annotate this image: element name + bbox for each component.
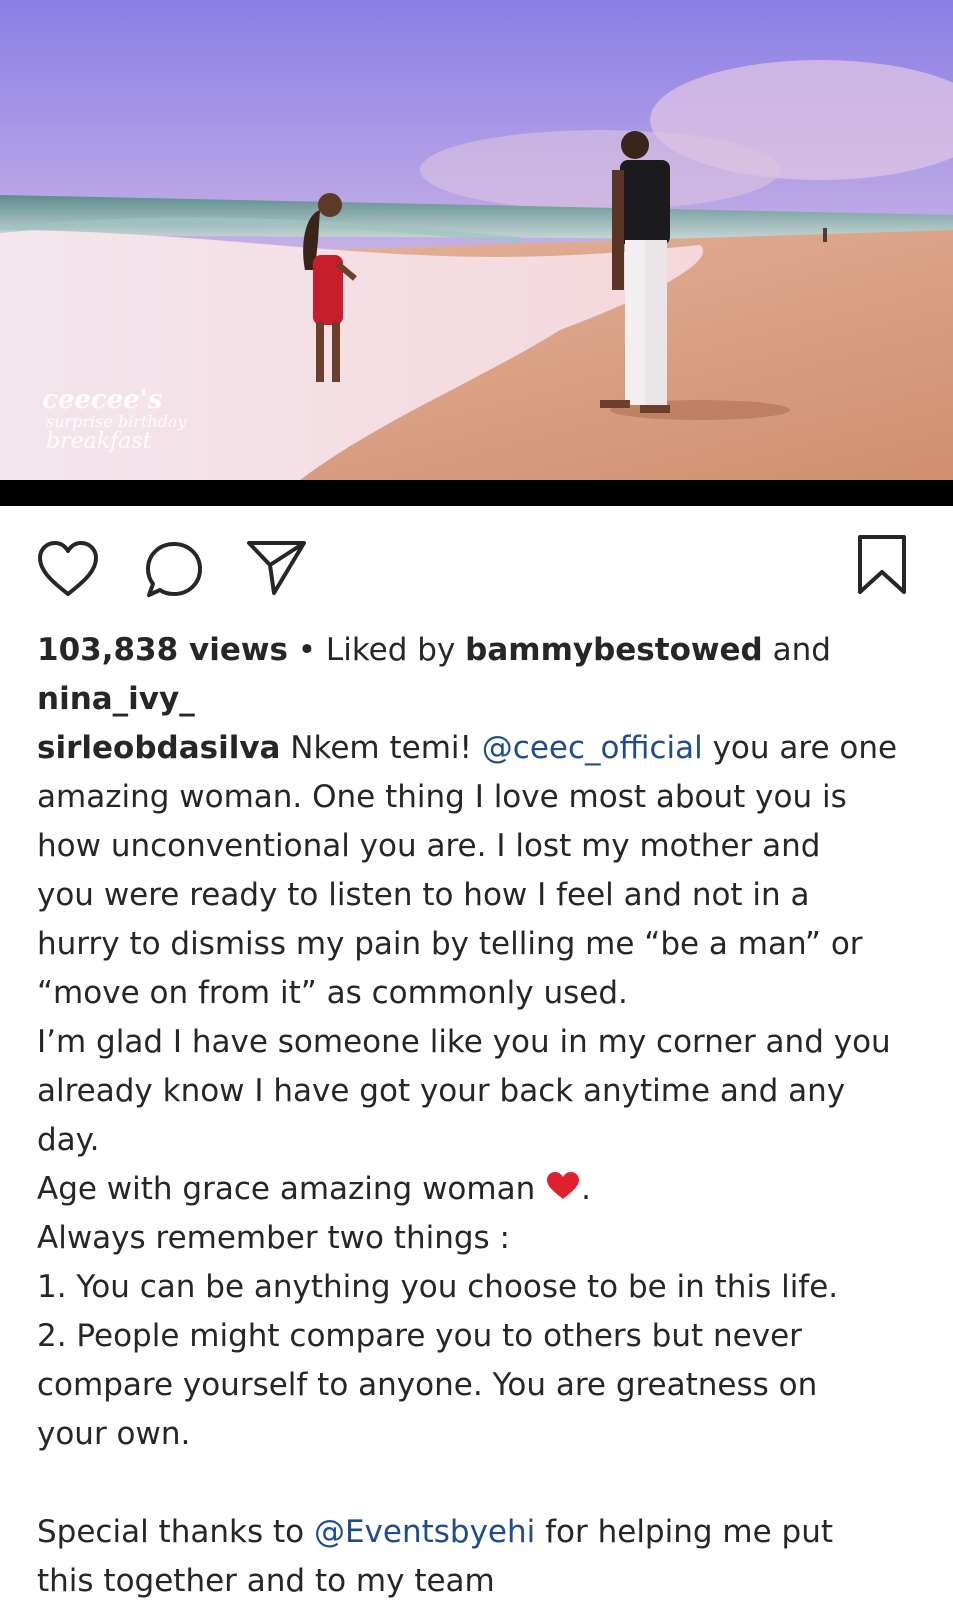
bookmark-icon — [858, 535, 906, 594]
svg-text:breakfast: breakfast — [46, 429, 152, 454]
video-progress-bar — [0, 480, 953, 506]
view-count[interactable]: 103,838 views — [37, 632, 288, 668]
likes-summary: 103,838 views • Liked by bammybestowed a… — [37, 626, 937, 724]
caption-text: . — [581, 1171, 591, 1207]
and-label: and — [762, 632, 831, 668]
caption-line: how unconventional you are. I lost my mo… — [37, 828, 821, 864]
mention-link[interactable]: @Eventsbyehi — [314, 1514, 535, 1550]
caption-text: for helping me put — [535, 1514, 834, 1550]
liker-username[interactable]: bammybestowed — [465, 632, 763, 668]
like-button[interactable] — [36, 540, 100, 604]
caption-text: Nkem temi! — [280, 730, 482, 766]
red-heart-emoji-icon — [547, 1172, 580, 1199]
action-bar — [0, 530, 953, 606]
beach-scene-image: ceecee's surprise birthday breakfast — [0, 0, 953, 480]
liker-username[interactable]: nina_ivy_ — [37, 681, 195, 717]
speech-bubble-icon — [146, 542, 202, 597]
caption-line: this together and to my team — [37, 1563, 495, 1599]
caption-line: 2. People might compare you to others bu… — [37, 1318, 802, 1354]
caption-text: you are one — [702, 730, 898, 766]
save-button[interactable] — [856, 534, 908, 600]
caption-text: Special thanks to — [37, 1514, 314, 1550]
caption-line: already know I have got your back anytim… — [37, 1073, 846, 1109]
liked-by-label: • Liked by — [287, 632, 466, 668]
caption-line: hurry to dismiss my pain by telling me “… — [37, 926, 863, 962]
caption-line: day. — [37, 1122, 100, 1158]
comment-button[interactable] — [144, 540, 204, 604]
caption-line: “move on from it” as commonly used. — [37, 975, 628, 1011]
caption-line: your own. — [37, 1416, 191, 1452]
heart-outline-icon — [38, 541, 98, 596]
caption-line: 1. You can be anything you choose to be … — [37, 1269, 839, 1305]
caption-line: compare yourself to anyone. You are grea… — [37, 1367, 818, 1403]
caption-line: amazing woman. One thing I love most abo… — [37, 779, 847, 815]
author-username[interactable]: sirleobdasilva — [37, 730, 280, 766]
post-details: 103,838 views • Liked by bammybestowed a… — [37, 626, 937, 1606]
caption-line: Always remember two things : — [37, 1220, 510, 1256]
post-caption: sirleobdasilva Nkem temi! @ceec_official… — [37, 724, 937, 1606]
caption-text: Age with grace amazing woman — [37, 1171, 546, 1207]
svg-text:ceecee's: ceecee's — [42, 385, 163, 415]
caption-line: you were ready to listen to how I feel a… — [37, 877, 810, 913]
post-video[interactable]: ceecee's surprise birthday breakfast — [0, 0, 953, 480]
paper-plane-icon — [247, 541, 306, 595]
mention-link[interactable]: @ceec_official — [482, 730, 703, 766]
caption-line: I’m glad I have someone like you in my c… — [37, 1024, 891, 1060]
share-button[interactable] — [246, 538, 308, 602]
